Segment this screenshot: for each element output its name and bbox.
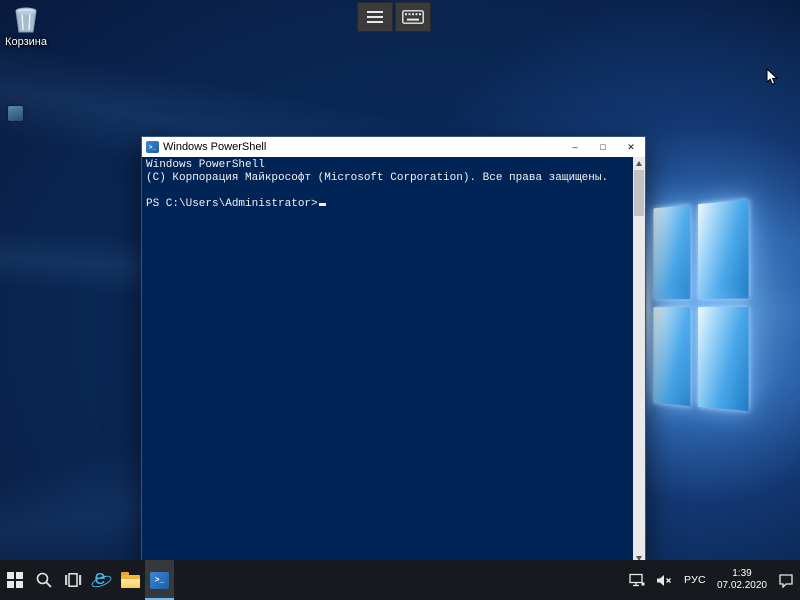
desktop-icon[interactable] xyxy=(8,106,23,121)
prompt-text: PS C:\Users\Administrator> xyxy=(146,198,318,210)
windows-logo-pane xyxy=(698,199,749,299)
scrollbar-thumb[interactable] xyxy=(634,170,644,216)
close-button[interactable]: ✕ xyxy=(617,137,645,157)
powershell-window: >_ Windows PowerShell – □ ✕ Windows Powe… xyxy=(141,136,646,565)
start-button[interactable] xyxy=(0,560,29,600)
clock-time: 1:39 xyxy=(717,568,767,580)
maximize-button[interactable]: □ xyxy=(589,137,617,157)
powershell-icon: >_ xyxy=(146,141,159,153)
windows-logo-pane xyxy=(653,307,690,406)
volume-muted-icon xyxy=(656,574,673,587)
minimize-button[interactable]: – xyxy=(561,137,589,157)
network-icon xyxy=(629,573,645,587)
taskbar-item-explorer[interactable] xyxy=(116,560,145,600)
console-line: Windows PowerShell xyxy=(146,159,629,172)
powershell-icon: >_ xyxy=(150,572,169,589)
action-center-button[interactable] xyxy=(778,573,794,588)
volume-tray-button[interactable] xyxy=(656,574,673,587)
recycle-bin-label: Корзина xyxy=(0,36,52,48)
language-indicator[interactable]: РУС xyxy=(684,574,706,586)
mouse-cursor xyxy=(766,68,778,91)
taskbar: e >_ xyxy=(0,560,800,600)
windows-logo-pane xyxy=(653,205,690,300)
keyboard-button[interactable] xyxy=(395,2,431,32)
clock-date: 07.02.2020 xyxy=(717,580,767,592)
menu-icon xyxy=(367,11,383,23)
text-cursor xyxy=(319,203,326,206)
recycle-bin-glyph xyxy=(11,6,41,34)
action-center-icon xyxy=(778,573,794,588)
console-line xyxy=(146,185,629,198)
search-icon xyxy=(35,571,53,589)
taskbar-item-powershell[interactable]: >_ xyxy=(145,560,174,600)
task-view-button[interactable] xyxy=(58,560,87,600)
window-title: Windows PowerShell xyxy=(163,141,561,153)
file-explorer-icon xyxy=(121,575,140,588)
console-output[interactable]: Windows PowerShell (C) Корпорация Майкро… xyxy=(142,157,633,564)
prompt-line: PS C:\Users\Administrator> xyxy=(146,198,629,211)
network-tray-button[interactable] xyxy=(629,573,645,587)
keyboard-icon xyxy=(402,10,424,24)
clock[interactable]: 1:39 07.02.2020 xyxy=(717,568,767,592)
window-titlebar[interactable]: >_ Windows PowerShell – □ ✕ xyxy=(142,137,645,157)
desktop: Корзина >_ Windows PowerShell – □ xyxy=(0,0,800,600)
scroll-up-icon xyxy=(636,161,642,166)
task-view-icon xyxy=(64,572,82,588)
taskbar-left: e >_ xyxy=(0,560,174,600)
scroll-up-button[interactable] xyxy=(633,157,645,169)
windows-start-icon xyxy=(7,572,23,588)
internet-explorer-icon: e xyxy=(91,569,113,591)
menu-button[interactable] xyxy=(357,2,393,32)
windows-logo-edge-glow xyxy=(646,200,650,420)
windows-logo-pane xyxy=(698,307,749,411)
search-button[interactable] xyxy=(29,560,58,600)
vertical-scrollbar[interactable] xyxy=(633,157,645,564)
recycle-bin-icon[interactable]: Корзина xyxy=(0,6,52,48)
console-line: (C) Корпорация Майкрософт (Microsoft Cor… xyxy=(146,172,629,185)
taskbar-item-ie[interactable]: e xyxy=(87,560,116,600)
vm-toolbar xyxy=(357,2,431,32)
system-tray: РУС 1:39 07.02.2020 xyxy=(629,560,800,600)
windows-logo xyxy=(653,199,750,421)
